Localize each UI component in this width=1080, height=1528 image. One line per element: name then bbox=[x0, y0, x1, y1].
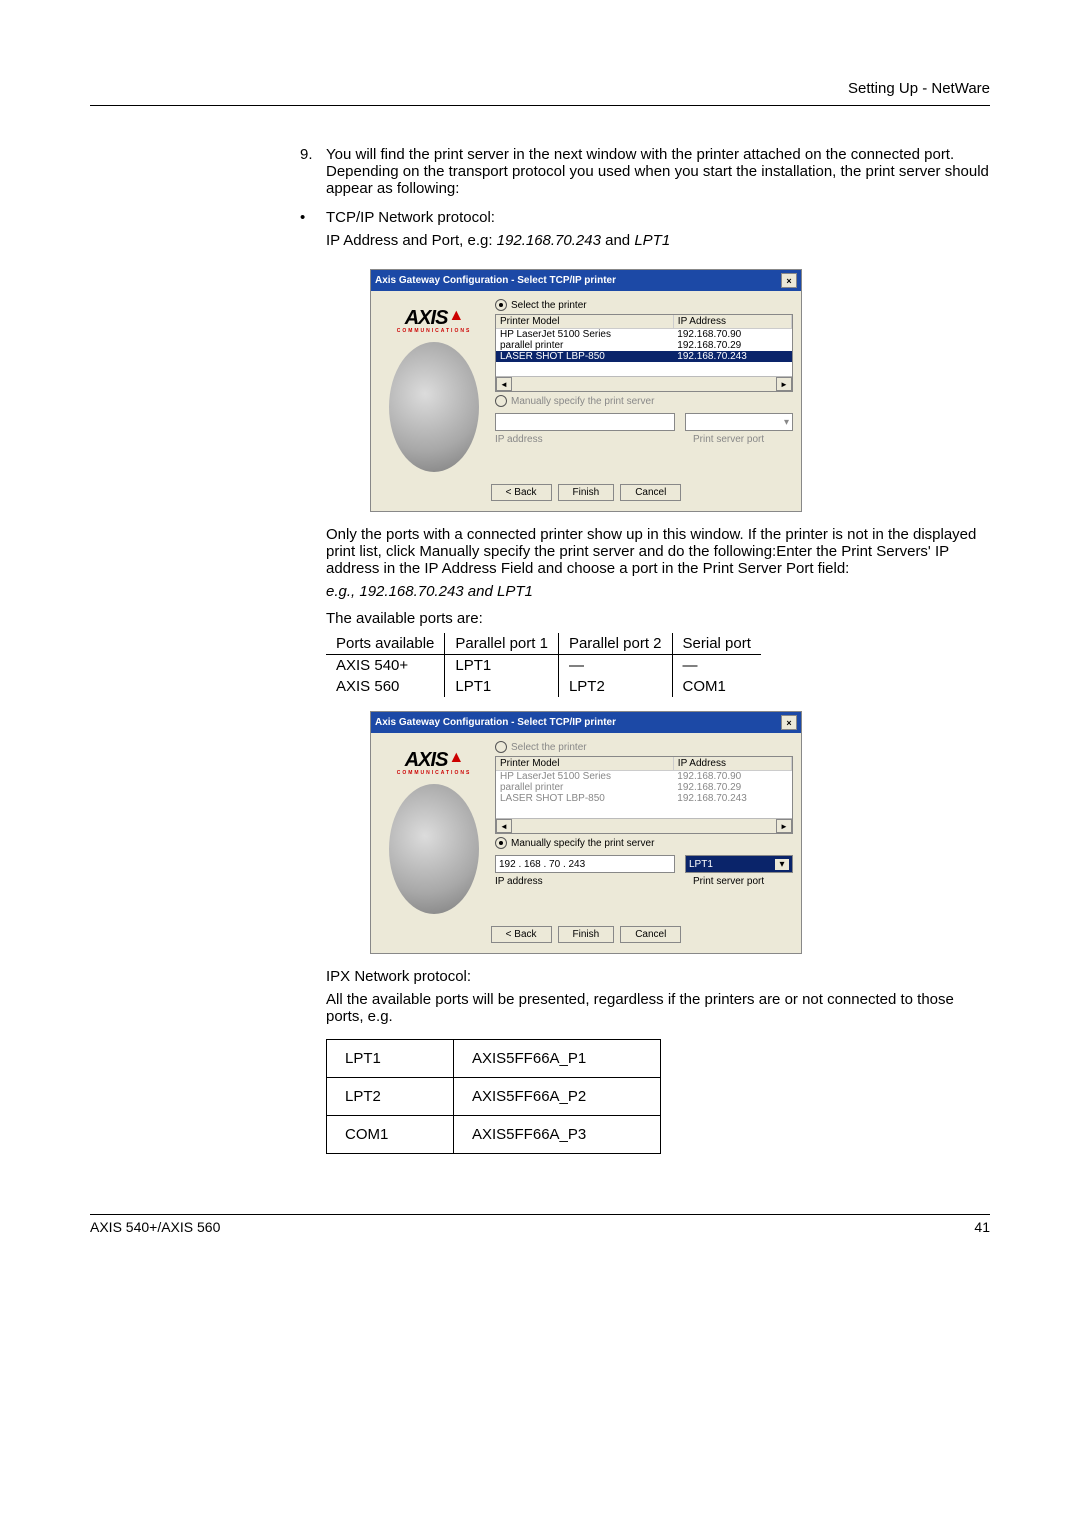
horizontal-scrollbar[interactable]: ◄► bbox=[496, 818, 792, 833]
col-model: Printer Model bbox=[496, 757, 673, 771]
chevron-down-icon: ▾ bbox=[775, 859, 789, 870]
manual-inputs: ▾ bbox=[495, 413, 793, 431]
printer-list[interactable]: Printer Model IP Address HP LaserJet 510… bbox=[495, 314, 793, 392]
after-dialog-eg: e.g., 192.168.70.243 and LPT1 bbox=[326, 583, 990, 600]
option-manual[interactable]: Manually specify the print server bbox=[495, 395, 793, 407]
option-manual[interactable]: Manually specify the print server bbox=[495, 837, 793, 849]
label-ip: IP address bbox=[495, 876, 683, 887]
tcpip-sub-and: and bbox=[601, 232, 634, 249]
cancel-button[interactable]: Cancel bbox=[620, 926, 681, 943]
dialog-sidebar: AXIS▲ COMMUNICATIONS bbox=[379, 741, 489, 914]
radio-icon bbox=[495, 741, 507, 753]
tcpip-subline: IP Address and Port, e.g: 192.168.70.243… bbox=[326, 232, 670, 249]
tcpip-heading: TCP/IP Network protocol: bbox=[326, 209, 670, 226]
horizontal-scrollbar[interactable]: ◄► bbox=[496, 376, 792, 391]
axis-logo: AXIS▲ bbox=[405, 309, 464, 327]
label-ip: IP address bbox=[495, 434, 683, 445]
finish-button[interactable]: Finish bbox=[558, 484, 615, 501]
tcpip-sub-port: LPT1 bbox=[634, 232, 670, 249]
radio-icon bbox=[495, 395, 507, 407]
bullet-icon: • bbox=[300, 209, 326, 255]
back-button[interactable]: < Back bbox=[491, 926, 552, 943]
globe-image bbox=[389, 784, 479, 914]
dialog-title-text: Axis Gateway Configuration - Select TCP/… bbox=[375, 275, 616, 286]
cancel-button[interactable]: Cancel bbox=[620, 484, 681, 501]
scroll-right-icon[interactable]: ► bbox=[776, 819, 792, 833]
col-ip: IP Address bbox=[673, 315, 791, 329]
table-row: LPT1AXIS5FF66A_P1 bbox=[327, 1040, 661, 1078]
page-footer: AXIS 540+/AXIS 560 41 bbox=[90, 1214, 990, 1235]
printer-row[interactable]: LASER SHOT LBP-850192.168.70.243 bbox=[496, 793, 792, 804]
available-ports-label: The available ports are: bbox=[326, 610, 990, 627]
printer-row[interactable]: parallel printer192.168.70.29 bbox=[496, 782, 792, 793]
dialog-select-printer-2: Axis Gateway Configuration - Select TCP/… bbox=[370, 711, 802, 954]
dialog-sidebar: AXIS▲ COMMUNICATIONS bbox=[379, 299, 489, 472]
option-select-printer[interactable]: Select the printer bbox=[495, 299, 793, 311]
tcpip-sub-ip: 192.168.70.243 bbox=[497, 232, 601, 249]
option-select-printer-label: Select the printer bbox=[511, 300, 587, 311]
after-dialog-text: Only the ports with a connected printer … bbox=[326, 526, 990, 577]
manual-inputs: 192 . 168 . 70 . 243 LPT1▾ bbox=[495, 855, 793, 873]
print-server-port-select[interactable]: LPT1▾ bbox=[685, 855, 793, 873]
col-parallel-2: Parallel port 2 bbox=[558, 633, 672, 655]
available-ports-table: Ports available Parallel port 1 Parallel… bbox=[326, 633, 761, 697]
printer-row[interactable]: HP LaserJet 5100 Series192.168.70.90 bbox=[496, 329, 792, 341]
print-server-port-select[interactable]: ▾ bbox=[685, 413, 793, 431]
col-serial: Serial port bbox=[672, 633, 761, 655]
label-port: Print server port bbox=[693, 876, 793, 887]
table-row: AXIS 560 LPT1 LPT2 COM1 bbox=[326, 676, 761, 697]
step-9: 9. You will find the print server in the… bbox=[300, 146, 990, 197]
printer-list[interactable]: Printer Model IP Address HP LaserJet 510… bbox=[495, 756, 793, 834]
scroll-left-icon[interactable]: ◄ bbox=[496, 819, 512, 833]
option-manual-label: Manually specify the print server bbox=[511, 396, 654, 407]
printer-row-selected[interactable]: LASER SHOT LBP-850192.168.70.243 bbox=[496, 351, 792, 362]
page-number: 41 bbox=[974, 1219, 990, 1235]
ip-address-input[interactable] bbox=[495, 413, 675, 431]
axis-logo: AXIS▲ bbox=[405, 751, 464, 769]
table-row: LPT2AXIS5FF66A_P2 bbox=[327, 1078, 661, 1116]
table-row: COM1AXIS5FF66A_P3 bbox=[327, 1116, 661, 1154]
globe-image bbox=[389, 342, 479, 472]
col-model: Printer Model bbox=[496, 315, 673, 329]
printer-row[interactable]: parallel printer192.168.70.29 bbox=[496, 340, 792, 351]
close-icon[interactable]: × bbox=[781, 273, 797, 288]
option-select-printer-label: Select the printer bbox=[511, 742, 587, 753]
col-ports-available: Ports available bbox=[326, 633, 445, 655]
table-row: AXIS 540+ LPT1 — — bbox=[326, 655, 761, 677]
finish-button[interactable]: Finish bbox=[558, 926, 615, 943]
dialog-titlebar: Axis Gateway Configuration - Select TCP/… bbox=[371, 712, 801, 733]
ipx-ports-table: LPT1AXIS5FF66A_P1 LPT2AXIS5FF66A_P2 COM1… bbox=[326, 1039, 661, 1154]
radio-icon-selected bbox=[495, 299, 507, 311]
chevron-down-icon: ▾ bbox=[784, 417, 789, 428]
back-button[interactable]: < Back bbox=[491, 484, 552, 501]
radio-icon-selected bbox=[495, 837, 507, 849]
step-9-text: You will find the print server in the ne… bbox=[326, 146, 990, 197]
step-9-number: 9. bbox=[300, 146, 326, 197]
printer-row[interactable]: HP LaserJet 5100 Series192.168.70.90 bbox=[496, 771, 792, 783]
option-select-printer[interactable]: Select the printer bbox=[495, 741, 793, 753]
scroll-right-icon[interactable]: ► bbox=[776, 377, 792, 391]
col-ip: IP Address bbox=[673, 757, 791, 771]
dialog-titlebar: Axis Gateway Configuration - Select TCP/… bbox=[371, 270, 801, 291]
label-port: Print server port bbox=[693, 434, 793, 445]
col-parallel-1: Parallel port 1 bbox=[445, 633, 559, 655]
dialog-1-wrap: Axis Gateway Configuration - Select TCP/… bbox=[370, 269, 990, 512]
dialog-2-wrap: Axis Gateway Configuration - Select TCP/… bbox=[370, 711, 990, 954]
footer-left: AXIS 540+/AXIS 560 bbox=[90, 1219, 220, 1235]
ipx-heading: IPX Network protocol: bbox=[326, 968, 990, 985]
ipx-body: All the available ports will be presente… bbox=[326, 991, 990, 1025]
close-icon[interactable]: × bbox=[781, 715, 797, 730]
tcpip-sub-a: IP Address and Port, e.g: bbox=[326, 232, 497, 249]
option-manual-label: Manually specify the print server bbox=[511, 838, 654, 849]
axis-logo-sub: COMMUNICATIONS bbox=[397, 770, 472, 776]
axis-logo-sub: COMMUNICATIONS bbox=[397, 328, 472, 334]
scroll-left-icon[interactable]: ◄ bbox=[496, 377, 512, 391]
tcpip-bullet: • TCP/IP Network protocol: IP Address an… bbox=[300, 209, 990, 255]
ip-address-input[interactable]: 192 . 168 . 70 . 243 bbox=[495, 855, 675, 873]
page-header: Setting Up - NetWare bbox=[90, 80, 990, 106]
dialog-title-text: Axis Gateway Configuration - Select TCP/… bbox=[375, 717, 616, 728]
dialog-select-printer-1: Axis Gateway Configuration - Select TCP/… bbox=[370, 269, 802, 512]
